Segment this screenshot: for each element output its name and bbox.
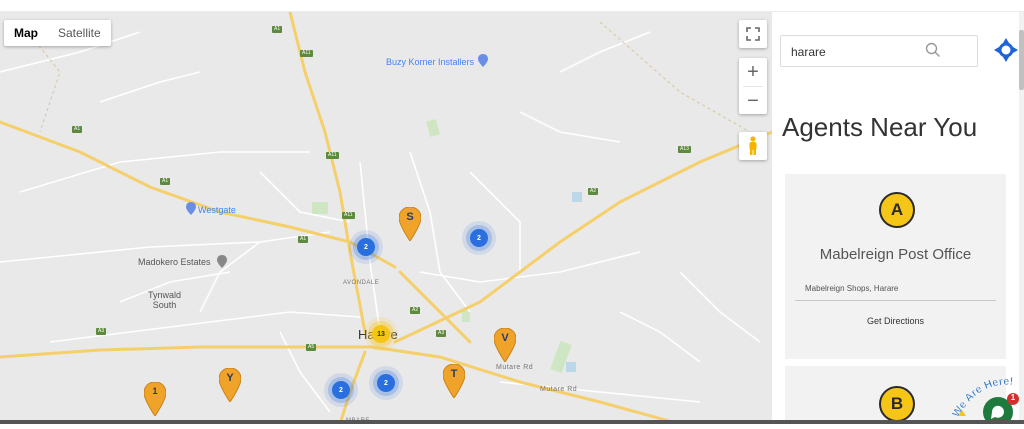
road-shield: A3 <box>96 328 107 335</box>
place-label-westgate: Westgate <box>198 205 236 215</box>
fullscreen-icon <box>746 27 760 41</box>
agent-badge: A <box>879 192 915 228</box>
agent-card[interactable]: A Mabelreign Post Office Mabelreign Shop… <box>785 174 1006 359</box>
road-shield: A1 <box>298 236 309 243</box>
place-label-buzy-korner: Buzy Korner Installers <box>386 57 475 67</box>
store-pin-icon <box>478 54 488 67</box>
map-base <box>0 12 772 424</box>
shopping-pin-icon <box>186 202 196 215</box>
chat-widget[interactable]: We Are Here! 1 <box>950 372 1024 427</box>
agent-marker-s[interactable]: S <box>398 206 422 242</box>
card-divider <box>795 300 996 301</box>
road-shield: A2 <box>410 307 421 314</box>
place-label-avondale: AVONDALE <box>343 280 380 286</box>
chat-unread-count: 1 <box>1010 393 1016 402</box>
place-label-tynwald: Tynwald South <box>148 290 182 310</box>
get-directions-link[interactable]: Get Directions <box>785 316 1006 326</box>
road-shield: A13 <box>678 146 691 153</box>
pegman-icon <box>749 136 757 155</box>
map-cluster[interactable]: 2 <box>332 381 350 399</box>
road-shield: A2 <box>588 188 599 195</box>
street-view-pegman-button[interactable] <box>739 132 767 160</box>
sidebar-scrollbar[interactable] <box>1019 12 1024 424</box>
search-icon[interactable] <box>925 42 941 58</box>
place-label-madokero: Madokero Estates <box>138 257 211 267</box>
road-shield: A1 <box>272 26 283 33</box>
agent-name: Mabelreign Post Office <box>819 246 972 263</box>
road-shield: A3 <box>436 330 447 337</box>
map-type-map-button[interactable]: Map <box>4 20 48 46</box>
marker-letter: V <box>501 332 509 344</box>
zoom-out-button[interactable]: − <box>739 87 767 115</box>
road-shield: A11 <box>300 50 313 57</box>
map-cluster[interactable]: 2 <box>357 238 375 256</box>
agent-address: Mabelreign Shops, Harare <box>805 284 899 293</box>
marker-letter: S <box>406 211 414 223</box>
road-shield: A1 <box>160 178 171 185</box>
agents-sidebar: Agents Near You A Mabelreign Post Office… <box>772 12 1024 424</box>
agent-marker-t[interactable]: T <box>442 363 466 399</box>
agent-marker-1[interactable]: 1 <box>143 381 167 417</box>
road-shield: A1 <box>72 126 83 133</box>
map-cluster[interactable]: 2 <box>377 374 395 392</box>
agents-heading: Agents Near You <box>782 112 978 142</box>
road-label-mutare-2: Mutare Rd <box>540 386 578 393</box>
agent-marker-y[interactable]: Y <box>218 367 242 403</box>
road-shield: A11 <box>342 212 355 219</box>
road-shield: A5 <box>306 344 317 351</box>
locate-me-icon[interactable] <box>994 38 1018 62</box>
top-strip <box>0 0 1024 12</box>
zoom-control: + − <box>739 58 767 114</box>
map-canvas[interactable]: Map Satellite + − Buzy Korner Installers… <box>0 12 772 424</box>
search-input[interactable] <box>791 43 941 61</box>
zoom-in-button[interactable]: + <box>739 58 767 86</box>
road-label-mutare-1: Mutare Rd <box>496 364 534 371</box>
scrollbar-thumb[interactable] <box>1019 30 1024 90</box>
map-type-satellite-button[interactable]: Satellite <box>48 20 111 46</box>
map-cluster[interactable]: 2 <box>470 229 488 247</box>
map-type-control: Map Satellite <box>4 20 111 46</box>
agent-badge: B <box>879 386 915 422</box>
marker-letter: Y <box>226 372 234 384</box>
road-shield: A11 <box>326 152 339 159</box>
marker-letter: T <box>450 368 458 380</box>
map-cluster[interactable]: 13 <box>372 325 390 343</box>
search-box <box>780 35 978 67</box>
location-pin-icon <box>217 255 227 268</box>
marker-letter: 1 <box>152 386 158 396</box>
bottom-border <box>0 420 1024 424</box>
agent-marker-v[interactable]: V <box>493 327 517 363</box>
fullscreen-button[interactable] <box>739 20 767 48</box>
